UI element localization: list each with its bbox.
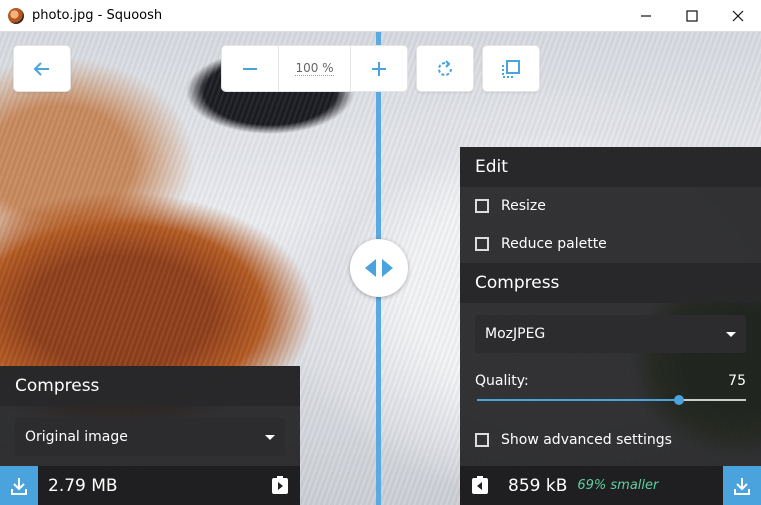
right-file-size: 859 kB [508, 475, 568, 496]
quality-slider-fill [477, 399, 679, 401]
minimize-button[interactable] [623, 0, 669, 32]
back-button[interactable] [13, 45, 71, 92]
reduce-palette-option[interactable]: Reduce palette [460, 225, 761, 263]
back-arrow-icon [33, 61, 49, 76]
right-download-button[interactable] [723, 466, 761, 505]
close-icon [732, 10, 744, 22]
checkerboard-icon [502, 59, 520, 78]
copy-to-other-side-button[interactable] [270, 475, 290, 499]
right-compress-heading: Compress [460, 263, 761, 303]
quality-value: 75 [728, 373, 746, 389]
right-options-panel: Edit Resize Reduce palette Compress MozJ… [460, 147, 761, 466]
clipboard-arrow-right-icon [272, 476, 288, 494]
chevron-down-icon [265, 434, 275, 440]
download-icon [734, 477, 750, 495]
minimize-icon [641, 15, 651, 17]
right-method-select[interactable]: MozJPEG [475, 315, 746, 353]
reduce-palette-label: Reduce palette [501, 236, 607, 252]
right-result-bar: 859 kB 69% smaller [460, 466, 761, 505]
window-title: photo.jpg - Squoosh [32, 8, 163, 23]
clipboard-arrow-left-icon [472, 475, 488, 494]
chevron-down-icon [726, 331, 736, 337]
left-compress-heading: Compress [0, 366, 300, 406]
quality-label: Quality: [475, 373, 529, 389]
rotate-button[interactable] [416, 45, 474, 92]
reduce-palette-checkbox[interactable] [475, 237, 489, 251]
close-button[interactable] [715, 0, 761, 32]
edit-heading: Edit [460, 147, 761, 187]
zoom-value: 100 % [295, 61, 334, 76]
quality-slider-thumb[interactable] [673, 395, 684, 405]
zoom-number: 100 [295, 61, 319, 75]
background-toggle-button[interactable] [482, 45, 540, 92]
zoom-controls: 100 % [221, 45, 408, 92]
plus-icon [371, 61, 386, 76]
left-result-bar: 2.79 MB [0, 466, 300, 505]
compare-slider-handle[interactable] [350, 239, 408, 297]
minus-icon [243, 67, 258, 70]
maximize-button[interactable] [669, 0, 715, 32]
left-method-select[interactable]: Original image [15, 418, 285, 456]
advanced-settings-option[interactable]: Show advanced settings [460, 421, 761, 459]
left-download-button[interactable] [0, 466, 38, 505]
app-icon [8, 7, 24, 24]
resize-label: Resize [501, 198, 546, 214]
zoom-level-input[interactable]: 100 % [278, 46, 351, 91]
download-icon [11, 477, 27, 495]
zoom-out-button[interactable] [222, 46, 278, 91]
rotate-icon [438, 59, 452, 76]
left-right-arrows-icon [365, 259, 393, 277]
savings-badge: 69% smaller [577, 478, 659, 493]
resize-checkbox[interactable] [475, 199, 489, 213]
left-options-panel: Compress Original image [0, 366, 300, 466]
left-file-size: 2.79 MB [48, 475, 118, 496]
quality-slider[interactable] [477, 395, 746, 405]
maximize-icon [686, 10, 698, 22]
right-method-value: MozJPEG [485, 326, 546, 342]
left-method-value: Original image [25, 429, 128, 445]
advanced-settings-checkbox[interactable] [475, 433, 489, 447]
title-bar: photo.jpg - Squoosh [0, 0, 761, 32]
zoom-unit: % [322, 61, 334, 75]
resize-option[interactable]: Resize [460, 187, 761, 225]
advanced-settings-label: Show advanced settings [501, 432, 672, 448]
copy-to-left-button[interactable] [470, 475, 490, 499]
zoom-in-button[interactable] [351, 46, 407, 91]
